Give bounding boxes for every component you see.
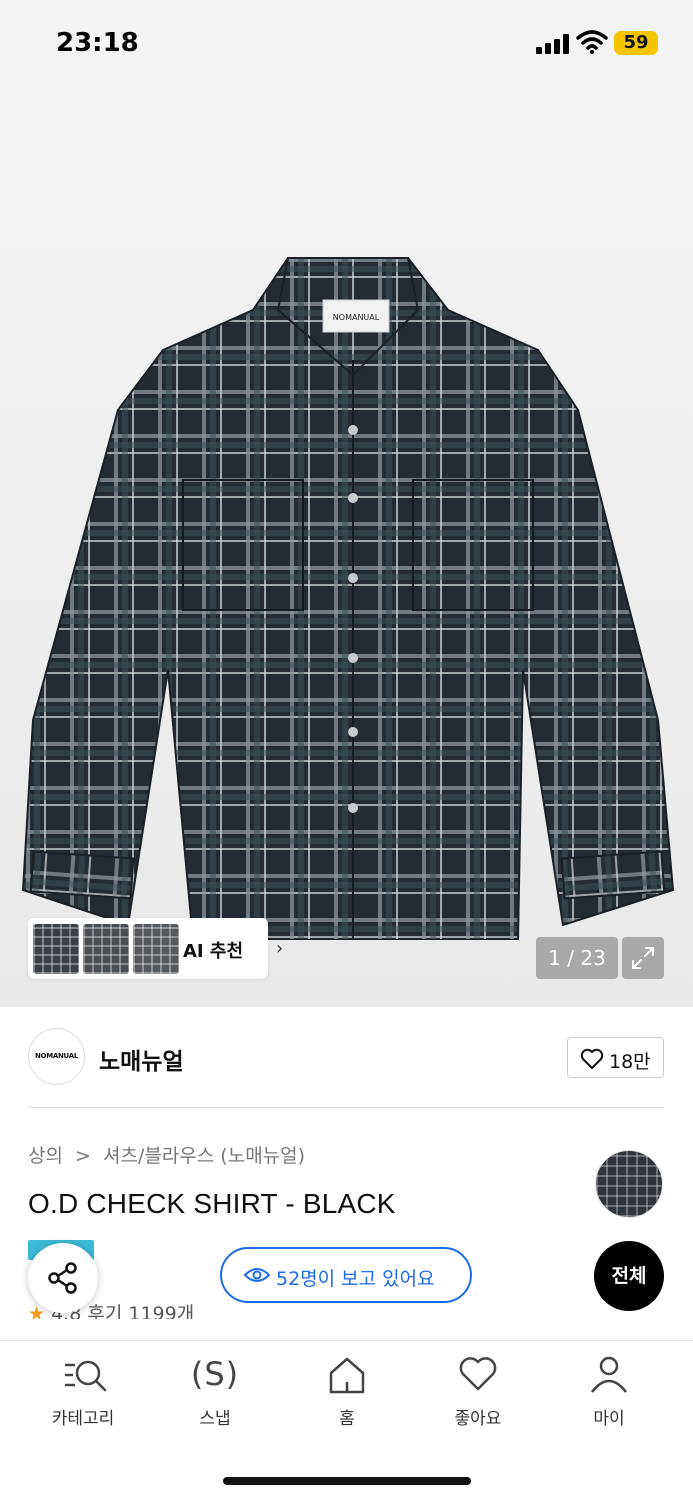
- product-mini-thumbnail[interactable]: [595, 1150, 663, 1218]
- status-time: 23:18: [56, 28, 139, 58]
- view-all-button[interactable]: 전체: [594, 1241, 664, 1311]
- home-icon: [329, 1357, 365, 1394]
- tab-label: 마이: [593, 1409, 625, 1429]
- ai-thumbnail: [33, 924, 79, 974]
- wifi-icon: [576, 30, 608, 54]
- breadcrumb: 상의 > 셔츠/블라우스 (노매뉴얼): [28, 1141, 311, 1168]
- tab-label: 좋아요: [454, 1409, 502, 1429]
- image-counter: 1 / 23: [536, 937, 618, 979]
- cellular-signal-icon: [536, 34, 569, 54]
- eye-icon: [244, 1268, 270, 1282]
- bottom-tab-bar: 카테고리 (S) 스냅 홈 좋아요 마이: [0, 1340, 693, 1500]
- tab-home[interactable]: 홈: [287, 1341, 407, 1441]
- ai-thumbnail: [133, 924, 179, 974]
- tab-category[interactable]: 카테고리: [23, 1341, 143, 1441]
- breadcrumb-item-subcategory[interactable]: 셔츠/블라우스 (노매뉴얼): [103, 1145, 305, 1167]
- divider: [28, 1107, 664, 1108]
- review-count: 후기 1199개: [87, 1303, 195, 1319]
- product-image-gallery[interactable]: NOMANUAL AI 추천 › 1 / 23: [0, 0, 693, 1007]
- share-button[interactable]: [28, 1243, 98, 1313]
- heart-icon: [459, 1357, 497, 1391]
- ai-thumbnail: [83, 924, 129, 974]
- person-icon: [591, 1356, 627, 1393]
- status-bar: 23:18 59: [0, 0, 693, 90]
- chevron-right-icon: ›: [276, 938, 284, 959]
- ai-recommendation-label: AI 추천: [183, 941, 244, 962]
- snap-icon: (S): [190, 1355, 240, 1393]
- tab-likes[interactable]: 좋아요: [418, 1341, 538, 1441]
- expand-button[interactable]: [622, 937, 664, 979]
- ai-recommendation-chip[interactable]: AI 추천 ›: [28, 918, 283, 979]
- share-icon: [48, 1262, 77, 1294]
- brand-name[interactable]: 노매뉴얼: [99, 1042, 184, 1076]
- brand-like-button[interactable]: 18만: [567, 1037, 664, 1078]
- tab-my[interactable]: 마이: [549, 1341, 669, 1441]
- product-photo-shirt: NOMANUAL: [21, 257, 675, 940]
- live-viewers-text: 52명이 보고 있어요: [276, 1268, 435, 1290]
- breadcrumb-separator: >: [75, 1145, 91, 1167]
- expand-icon: [632, 947, 654, 969]
- tab-snap[interactable]: (S) 스냅: [155, 1341, 275, 1441]
- tab-label: 홈: [339, 1409, 355, 1429]
- tab-label: 스냅: [199, 1409, 231, 1429]
- home-indicator: [223, 1477, 471, 1485]
- battery-indicator: 59: [614, 31, 658, 55]
- live-viewers-pill[interactable]: 52명이 보고 있어요: [220, 1247, 472, 1303]
- brand-logo[interactable]: NOMANUAL: [28, 1028, 85, 1085]
- category-search-icon: [65, 1360, 107, 1392]
- tab-label: 카테고리: [51, 1409, 115, 1429]
- product-title: O.D CHECK SHIRT - BLACK: [28, 1188, 396, 1219]
- breadcrumb-item-category[interactable]: 상의: [28, 1145, 63, 1167]
- brand-like-count: 18만: [609, 1051, 651, 1073]
- heart-outline-icon: [580, 1048, 604, 1069]
- shirt-label-tag: NOMANUAL: [333, 313, 380, 322]
